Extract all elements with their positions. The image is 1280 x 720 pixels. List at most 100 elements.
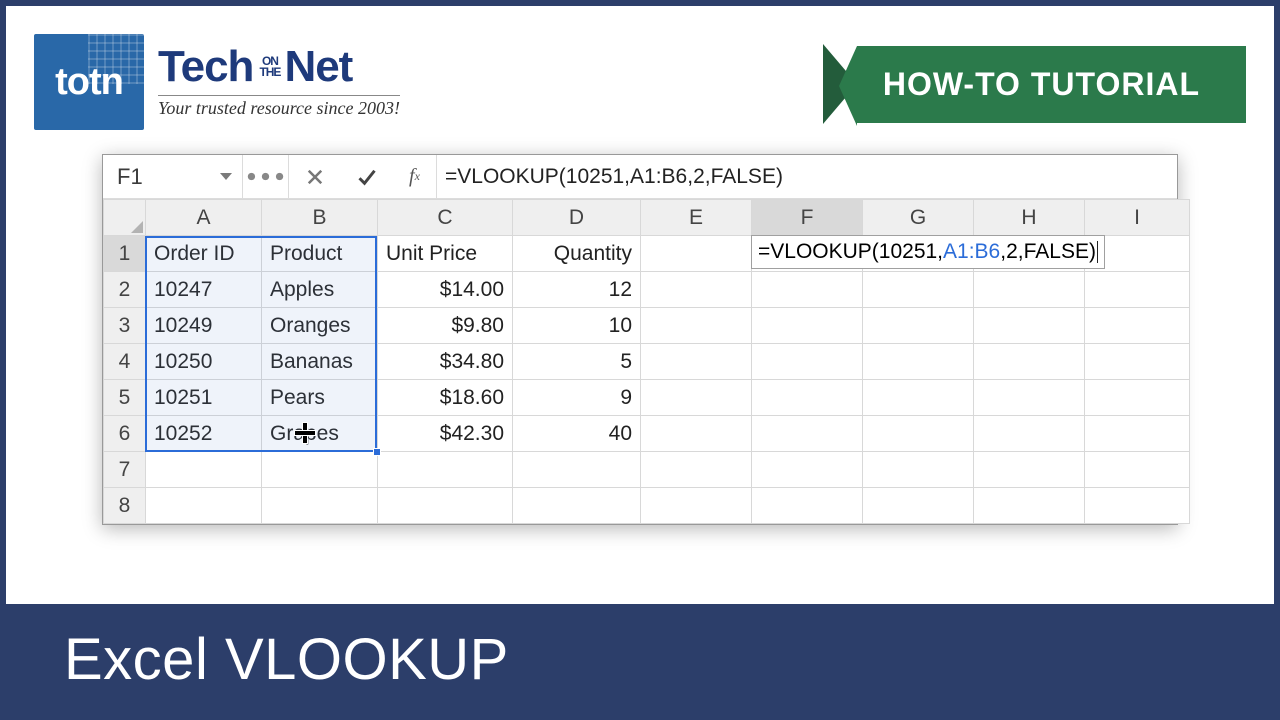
cell[interactable] <box>1085 308 1190 344</box>
col-header[interactable]: D <box>513 200 641 236</box>
cell[interactable] <box>752 488 863 524</box>
row-header[interactable]: 7 <box>104 452 146 488</box>
cell[interactable]: 10251 <box>146 380 262 416</box>
col-header[interactable]: B <box>262 200 378 236</box>
cell[interactable] <box>752 416 863 452</box>
cell[interactable] <box>1085 344 1190 380</box>
row-header[interactable]: 1 <box>104 236 146 272</box>
row-header[interactable]: 2 <box>104 272 146 308</box>
cell[interactable] <box>974 380 1085 416</box>
cell[interactable] <box>378 452 513 488</box>
row-header[interactable]: 8 <box>104 488 146 524</box>
col-header[interactable]: G <box>863 200 974 236</box>
cell[interactable]: 40 <box>513 416 641 452</box>
cell[interactable] <box>513 488 641 524</box>
cell[interactable] <box>378 488 513 524</box>
cell[interactable] <box>146 452 262 488</box>
header: totn TechONTHENet Your trusted resource … <box>6 6 1274 130</box>
cell[interactable]: $9.80 <box>378 308 513 344</box>
cell[interactable]: $34.80 <box>378 344 513 380</box>
cell[interactable]: Bananas <box>262 344 378 380</box>
howto-badge: HOW-TO TUTORIAL <box>823 44 1246 124</box>
cell-edit-overlay[interactable]: =VLOOKUP(10251,A1:B6,2,FALSE) <box>751 235 1105 269</box>
col-header[interactable]: F <box>752 200 863 236</box>
cell[interactable] <box>974 344 1085 380</box>
cell[interactable] <box>262 488 378 524</box>
cell[interactable]: $14.00 <box>378 272 513 308</box>
cell[interactable] <box>1085 452 1190 488</box>
cell[interactable]: 5 <box>513 344 641 380</box>
cell[interactable] <box>752 380 863 416</box>
cell[interactable] <box>863 488 974 524</box>
cell[interactable] <box>1085 488 1190 524</box>
cell[interactable]: Grapes <box>262 416 378 452</box>
cell[interactable]: Oranges <box>262 308 378 344</box>
enter-icon[interactable] <box>341 155 393 198</box>
cell[interactable] <box>752 272 863 308</box>
cell[interactable]: 10247 <box>146 272 262 308</box>
cell[interactable]: Quantity <box>513 236 641 272</box>
cell[interactable] <box>974 308 1085 344</box>
cell[interactable] <box>863 416 974 452</box>
cell[interactable] <box>641 272 752 308</box>
row-header[interactable]: 3 <box>104 308 146 344</box>
col-header[interactable]: C <box>378 200 513 236</box>
cell[interactable] <box>974 452 1085 488</box>
cell[interactable] <box>641 308 752 344</box>
cell[interactable]: $18.60 <box>378 380 513 416</box>
col-header[interactable]: H <box>974 200 1085 236</box>
cell[interactable]: Apples <box>262 272 378 308</box>
cell[interactable]: $42.30 <box>378 416 513 452</box>
cell[interactable] <box>513 452 641 488</box>
cell[interactable] <box>863 272 974 308</box>
cell[interactable] <box>1085 416 1190 452</box>
row-header[interactable]: 4 <box>104 344 146 380</box>
cell[interactable] <box>752 344 863 380</box>
cell[interactable]: Order ID <box>146 236 262 272</box>
functions-dropdown[interactable] <box>243 155 289 198</box>
cell[interactable] <box>752 308 863 344</box>
cell[interactable] <box>641 416 752 452</box>
cell[interactable] <box>863 452 974 488</box>
cell[interactable] <box>863 308 974 344</box>
cell[interactable] <box>974 416 1085 452</box>
cell[interactable] <box>262 452 378 488</box>
cell[interactable]: Pears <box>262 380 378 416</box>
cell[interactable] <box>974 272 1085 308</box>
brand-name-b: Net <box>284 42 352 91</box>
col-header[interactable]: I <box>1085 200 1190 236</box>
brand-the: THE <box>259 67 280 78</box>
cell[interactable] <box>641 380 752 416</box>
col-header[interactable]: A <box>146 200 262 236</box>
cell[interactable] <box>641 236 752 272</box>
select-all-corner[interactable] <box>104 200 146 236</box>
cell[interactable]: 10252 <box>146 416 262 452</box>
cell[interactable] <box>1085 380 1190 416</box>
formula-bar-input[interactable]: =VLOOKUP(10251,A1:B6,2,FALSE) <box>437 155 1177 198</box>
insert-function-icon[interactable]: fx <box>393 155 437 198</box>
row-header[interactable]: 5 <box>104 380 146 416</box>
brand-name-a: Tech <box>158 42 253 91</box>
cell[interactable] <box>146 488 262 524</box>
cell[interactable] <box>863 344 974 380</box>
name-box[interactable]: F1 <box>103 155 243 198</box>
chevron-down-icon[interactable] <box>220 173 232 180</box>
cell[interactable] <box>1085 272 1190 308</box>
cancel-icon[interactable] <box>289 155 341 198</box>
cell[interactable]: 10250 <box>146 344 262 380</box>
cell[interactable] <box>863 380 974 416</box>
row-header[interactable]: 6 <box>104 416 146 452</box>
cell[interactable]: 12 <box>513 272 641 308</box>
cell[interactable] <box>641 344 752 380</box>
col-header[interactable]: E <box>641 200 752 236</box>
cell[interactable]: 10 <box>513 308 641 344</box>
cell[interactable]: Product <box>262 236 378 272</box>
cell[interactable]: Unit Price <box>378 236 513 272</box>
spreadsheet-grid[interactable]: A B C D E F G H I 1 Order ID Product Uni… <box>103 199 1177 524</box>
cell[interactable] <box>641 452 752 488</box>
cell[interactable]: 10249 <box>146 308 262 344</box>
cell[interactable] <box>752 452 863 488</box>
cell[interactable]: 9 <box>513 380 641 416</box>
cell[interactable] <box>641 488 752 524</box>
cell[interactable] <box>974 488 1085 524</box>
